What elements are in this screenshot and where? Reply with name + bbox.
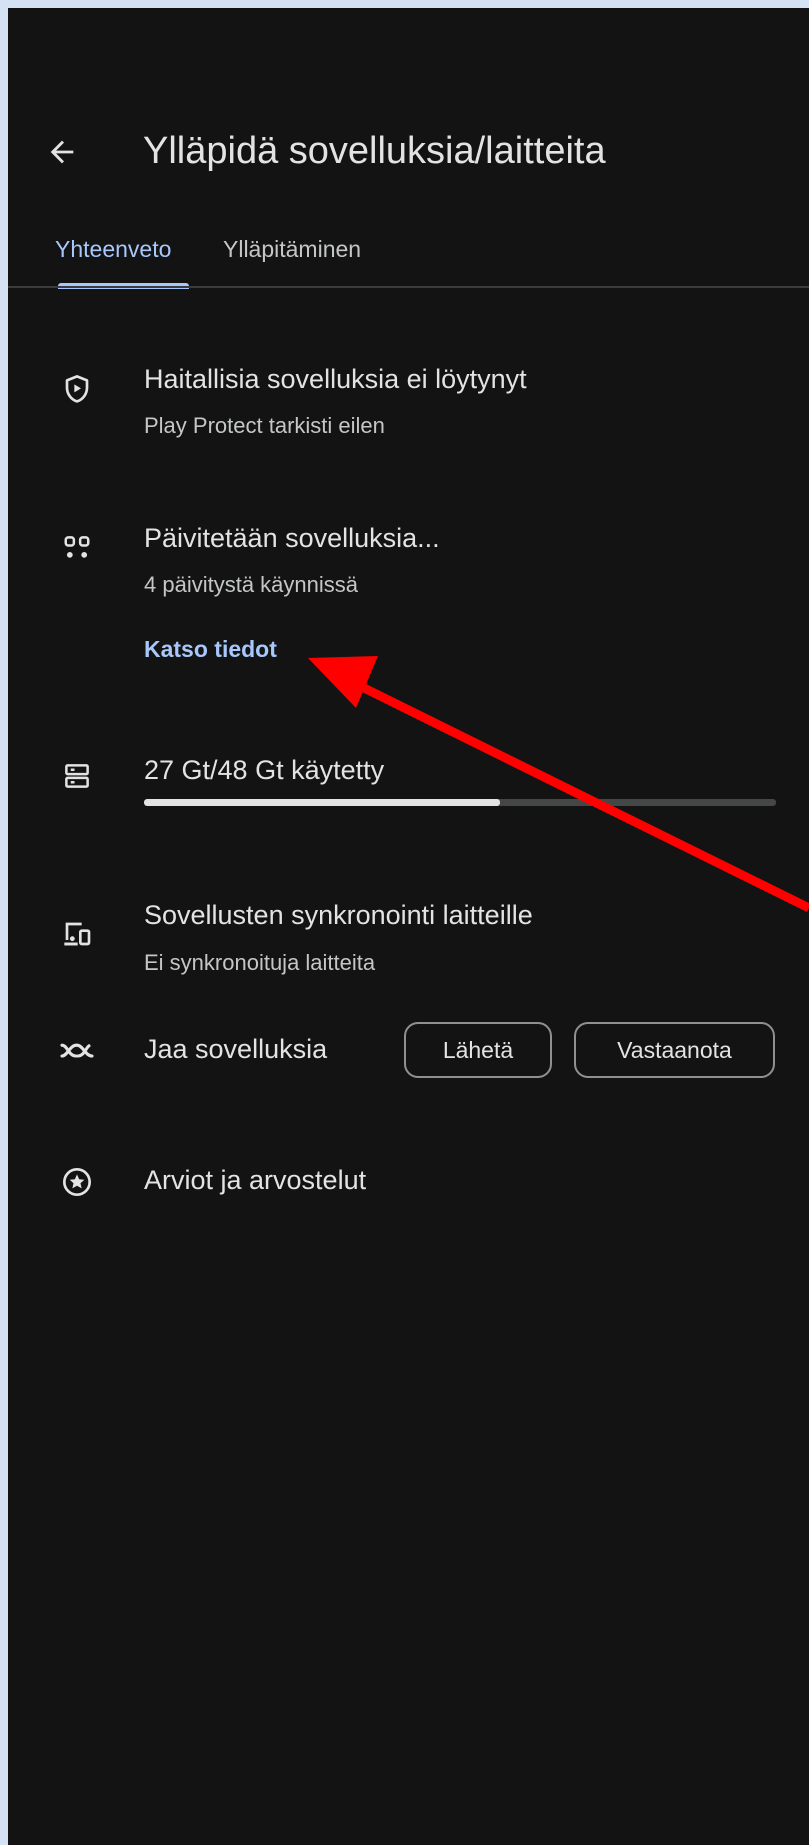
apps-grid-icon [60,531,94,565]
tab-bar: Yhteenveto Ylläpitäminen [8,230,809,294]
storage-progress-fill [144,799,500,806]
view-details-link[interactable]: Katso tiedot [144,636,277,663]
devices-icon [60,917,94,951]
app-sync-title: Sovellusten synkronointi laitteille [144,900,533,930]
back-button[interactable] [38,128,86,176]
tabs-divider [8,286,809,288]
send-button[interactable]: Lähetä [404,1022,552,1078]
arrow-left-icon [50,140,74,164]
updates-title: Päivitetään sovelluksia... [144,523,440,553]
star-circle-icon [60,1165,94,1199]
tab-manage[interactable]: Ylläpitäminen [223,236,361,263]
share-apps-title: Jaa sovelluksia [144,1034,328,1064]
app-screen: Ylläpidä sovelluksia/laitteita Yhteenvet… [8,8,809,1845]
storage-usage-text: 27 Gt/48 Gt käytetty [144,755,385,785]
play-protect-subtitle: Play Protect tarkisti eilen [144,413,385,438]
app-bar: Ylläpidä sovelluksia/laitteita [8,8,809,228]
ratings-reviews-title: Arviot ja arvostelut [144,1165,367,1195]
page-title: Ylläpidä sovelluksia/laitteita [143,130,606,172]
tab-summary[interactable]: Yhteenveto [55,236,171,263]
shield-play-icon [60,372,94,406]
receive-button[interactable]: Vastaanota [574,1022,775,1078]
nearby-share-icon [60,1033,94,1067]
updates-subtitle: 4 päivitystä käynnissä [144,572,358,597]
play-protect-title: Haitallisia sovelluksia ei löytynyt [144,364,527,394]
storage-icon [60,759,94,793]
app-sync-subtitle: Ei synkronoituja laitteita [144,950,376,975]
storage-progress-bar [144,799,776,806]
